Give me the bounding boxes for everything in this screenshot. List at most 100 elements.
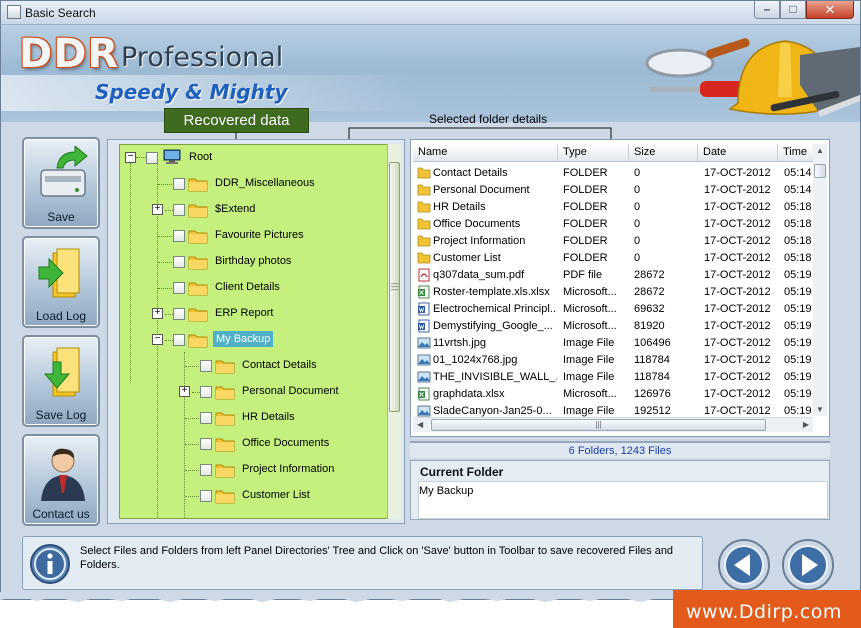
list-hscroll-thumb[interactable]: ||| — [431, 419, 766, 431]
column-time[interactable]: Time — [778, 144, 813, 162]
tree-node[interactable]: HR Details — [120, 407, 380, 429]
file-date: 17-OCT-2012 — [704, 286, 771, 298]
file-list-row[interactable]: 11vrtsh.jpg Image File 106496 17-OCT-2012 05… — [413, 335, 813, 352]
file-type: Image File — [563, 371, 615, 383]
column-type[interactable]: Type — [558, 144, 629, 162]
tree-checkbox[interactable] — [173, 178, 185, 190]
file-list-row[interactable]: Demystifying_Google_... Microsoft... 81920… — [413, 318, 813, 335]
tree-checkbox[interactable] — [146, 152, 158, 164]
file-name: Office Documents — [433, 218, 521, 230]
file-time: 05:14 — [784, 184, 812, 196]
next-button[interactable] — [781, 538, 835, 592]
tree-node[interactable]: Contact Details — [120, 355, 380, 377]
file-date: 17-OCT-2012 — [704, 269, 771, 281]
tree-node-label: Birthday photos — [215, 255, 292, 267]
file-size: 0 — [634, 184, 641, 196]
tree-node[interactable]: DDR_Miscellaneous — [120, 173, 380, 195]
file-list-row[interactable]: Project Information FOLDER 0 17-OCT-2012 05:… — [413, 233, 813, 250]
file-list-header: Name Type Size Date Time — [413, 144, 813, 162]
scroll-right-icon[interactable]: ▶ — [803, 420, 809, 429]
list-vertical-scrollbar[interactable]: ▲ ▼ — [813, 144, 827, 416]
file-type: FOLDER — [563, 218, 608, 230]
file-list-row[interactable]: Contact Details FOLDER 0 17-OCT-2012 05:14 — [413, 165, 813, 182]
file-size: 118784 — [634, 371, 670, 383]
collapse-icon[interactable]: − — [125, 152, 136, 163]
file-type: FOLDER — [563, 252, 608, 264]
file-time: 05:14 — [784, 167, 812, 179]
tree-node[interactable]: + ERP Report — [120, 303, 380, 325]
tree-node-label: Customer List — [242, 489, 310, 501]
file-size: 126976 — [634, 388, 671, 400]
collapse-icon[interactable]: − — [152, 334, 163, 345]
folder-icon — [188, 256, 208, 270]
file-type: Image File — [563, 405, 615, 417]
folder-icon — [215, 438, 235, 452]
tree-node[interactable]: + $Extend — [120, 199, 380, 221]
tree-checkbox[interactable] — [200, 490, 212, 502]
tree-node-label: Contact Details — [242, 359, 317, 371]
file-list-row[interactable]: Customer List FOLDER 0 17-OCT-2012 05:18 — [413, 250, 813, 267]
tree-checkbox[interactable] — [173, 334, 185, 346]
file-list-row[interactable]: 01_1024x768.jpg Image File 118784 17-OCT-20… — [413, 352, 813, 369]
file-list-row[interactable]: Roster-template.xls.xlsx Microsoft... 2867… — [413, 284, 813, 301]
file-size: 192512 — [634, 405, 671, 417]
list-vscroll-thumb[interactable] — [814, 164, 826, 178]
file-date: 17-OCT-2012 — [704, 303, 771, 315]
file-name: Contact Details — [433, 167, 508, 179]
tree-node[interactable]: Project Information — [120, 459, 380, 481]
tree-checkbox[interactable] — [173, 256, 185, 268]
file-list-row[interactable]: q307data_sum.pdf PDF file 28672 17-OCT-2012… — [413, 267, 813, 284]
tree-node[interactable]: Client Details — [120, 277, 380, 299]
tree-node[interactable]: + Personal Document — [120, 381, 380, 403]
tree-scrollbar[interactable]: — — — — [387, 144, 401, 519]
tree-checkbox[interactable] — [200, 438, 212, 450]
tree-checkbox[interactable] — [173, 204, 185, 216]
folder-icon — [188, 282, 208, 296]
file-list-row[interactable]: THE_INVISIBLE_WALL_... Image File 118784 17… — [413, 369, 813, 386]
file-list-row[interactable]: Electrochemical Principl... Microsoft... 6… — [413, 301, 813, 318]
column-name[interactable]: Name — [413, 144, 558, 162]
list-horizontal-scrollbar[interactable]: ◀ ||| ▶ — [413, 417, 813, 432]
expand-icon[interactable]: + — [152, 204, 163, 215]
selected-folder-callout: Selected folder details — [429, 112, 548, 126]
expand-icon[interactable]: + — [152, 308, 163, 319]
scroll-up-icon[interactable]: ▲ — [816, 146, 824, 155]
scroll-left-icon[interactable]: ◀ — [417, 420, 423, 429]
info-icon — [30, 544, 70, 584]
tree-checkbox[interactable] — [173, 230, 185, 242]
tree-node[interactable]: Birthday photos — [120, 251, 380, 273]
column-date[interactable]: Date — [698, 144, 778, 162]
tree-checkbox[interactable] — [200, 360, 212, 372]
tree-node[interactable]: Customer List — [120, 485, 380, 507]
file-list-row[interactable]: Office Documents FOLDER 0 17-OCT-2012 05:18 — [413, 216, 813, 233]
file-list-row[interactable]: graphdata.xlsx Microsoft... 126976 17-OCT-2… — [413, 386, 813, 403]
tree-node[interactable]: − My Backup — [120, 329, 380, 351]
directory-tree: − Root DDR_Miscellaneous + $Extend Favourit… — [119, 144, 390, 519]
tree-node-root[interactable]: − Root — [120, 147, 380, 169]
back-button[interactable] — [717, 538, 771, 592]
file-list-row[interactable]: Personal Document FOLDER 0 17-OCT-2012 05:14 — [413, 182, 813, 199]
folder-icon — [188, 178, 208, 192]
tree-node-label: ERP Report — [215, 307, 274, 319]
file-list-panel: Name Type Size Date Time Contact Details… — [410, 139, 830, 437]
status-message: Select Files and Folders from left Panel… — [80, 545, 674, 571]
website-banner[interactable]: www.Ddirp.com — [673, 590, 861, 628]
file-time: 05:19 — [784, 405, 812, 417]
scroll-down-icon[interactable]: ▼ — [816, 405, 824, 414]
tree-node[interactable]: Favourite Pictures — [120, 225, 380, 247]
folder-icon — [215, 464, 235, 478]
column-size[interactable]: Size — [629, 144, 698, 162]
tree-checkbox[interactable] — [200, 464, 212, 476]
tree-node[interactable]: Office Documents — [120, 433, 380, 455]
tree-checkbox[interactable] — [200, 412, 212, 424]
website-link[interactable]: www.Ddirp.com — [686, 601, 842, 623]
excel-file-icon — [418, 387, 430, 401]
expand-icon[interactable]: + — [179, 386, 190, 397]
tree-node-label: My Backup — [213, 331, 274, 347]
tree-checkbox[interactable] — [200, 386, 212, 398]
file-list-row[interactable]: HR Details FOLDER 0 17-OCT-2012 05:18 — [413, 199, 813, 216]
file-date: 17-OCT-2012 — [704, 167, 771, 179]
tree-checkbox[interactable] — [173, 282, 185, 294]
open-folder-icon — [188, 334, 208, 348]
tree-checkbox[interactable] — [173, 308, 185, 320]
